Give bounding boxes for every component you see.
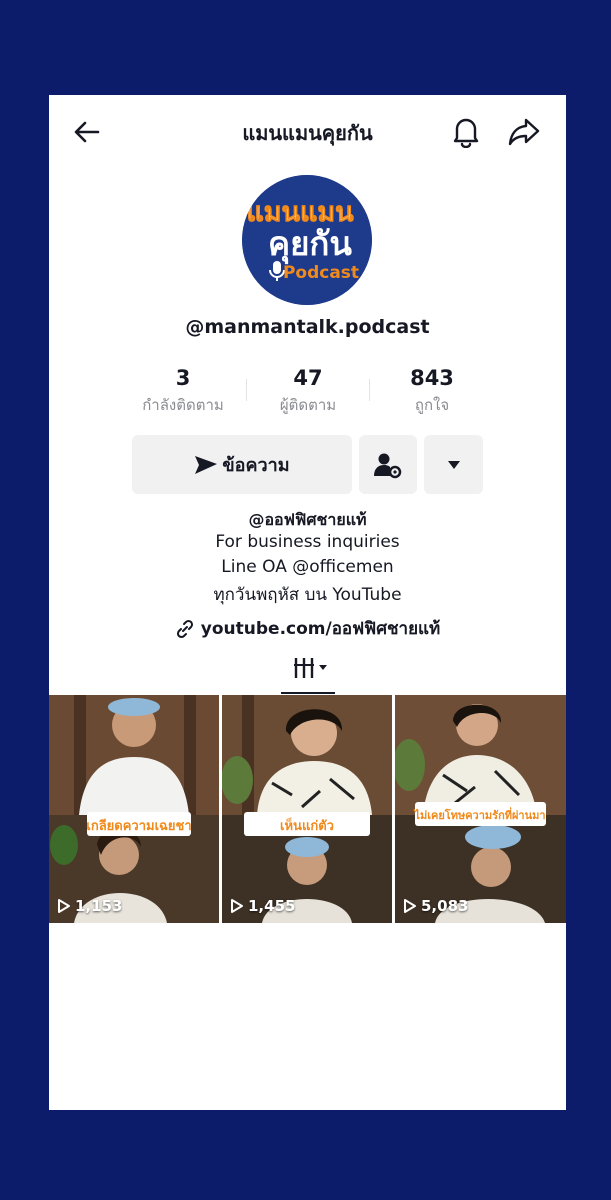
play-icon [404,899,416,913]
video-thumbnail-image: เห็นแก่ตัว [222,695,392,923]
stat-following[interactable]: 3 กำลังติดตาม [118,366,248,417]
following-count: 3 [175,366,191,390]
video-thumbnail[interactable]: เห็นแก่ตัว 1,455 [222,695,392,923]
top-bar: แมนแมนคุยกัน [49,95,566,165]
more-button[interactable] [424,435,483,494]
view-count: 1,153 [57,897,122,915]
likes-label: ถูกใจ [414,396,450,414]
following-label: กำลังติดตาม [142,396,224,414]
stat-likes[interactable]: 843 ถูกใจ [367,366,497,417]
view-count: 1,455 [230,897,295,915]
view-count-text: 1,455 [248,897,296,915]
bell-icon[interactable] [450,114,482,148]
followers-count: 47 [293,366,323,390]
play-icon [58,899,70,913]
play-icon [231,899,243,913]
bio-line: For business inquiries [215,532,400,552]
username: @manmantalk.podcast [185,316,430,338]
video-thumbnail[interactable]: เกลียดความเฉยชา 1,153 [49,695,219,923]
message-button[interactable]: ข้อความ [132,435,352,494]
view-count-text: 1,153 [75,897,123,915]
profile-link[interactable]: youtube.com/ออฟฟิศชายแท้ [49,615,566,642]
videos-grid-tab-icon[interactable] [292,655,330,681]
video-thumbnail-image: เกลียดความเฉยชา [49,695,219,923]
profile-screen: แมนแมนคุยกัน แมนแมน คุยกัน Podcast @manm… [49,95,566,1110]
view-count: 5,083 [403,897,468,915]
video-caption: ไม่เคยโทษความรักที่ผ่านมา [412,807,545,822]
message-label: ข้อความ [222,455,290,476]
video-caption: เกลียดความเฉยชา [86,818,191,834]
podcast-logo: แมนแมน คุยกัน Podcast [242,175,372,305]
page-title: แมนแมนคุยกัน [242,121,373,145]
video-thumbnail[interactable]: ไม่เคยโทษความรักที่ผ่านมา 5,083 [395,695,566,923]
bio-line: Line OA @officemen [221,557,394,577]
bio-mention[interactable]: @ออฟฟิศชายแท้ [49,508,566,533]
followers-label: ผู้ติดตาม [279,396,337,414]
avatar-text-mid: คุยกัน [268,224,352,265]
bio-line: ทุกวันพฤหัส บน YouTube [213,585,402,605]
likes-count: 843 [410,366,454,390]
active-tab-indicator [281,692,335,694]
video-grid: เกลียดความเฉยชา 1,153 เห็นแก่ตัว 1,455 ไ… [49,695,566,923]
view-count-text: 5,083 [421,897,469,915]
follow-options-button[interactable] [359,435,417,494]
share-arrow-icon[interactable] [507,114,541,148]
profile-link-text: youtube.com/ออฟฟิศชายแท้ [200,619,441,639]
avatar[interactable]: แมนแมน คุยกัน Podcast [242,175,372,305]
send-icon [195,455,218,474]
person-settings-icon [374,453,402,478]
video-thumbnail-image: ไม่เคยโทษความรักที่ผ่านมา [395,695,566,923]
video-caption: เห็นแก่ตัว [280,816,334,834]
avatar-text-bottom: Podcast [283,263,359,283]
link-icon [176,619,193,638]
caret-down-icon [447,460,460,469]
stat-followers[interactable]: 47 ผู้ติดตาม [243,366,373,417]
